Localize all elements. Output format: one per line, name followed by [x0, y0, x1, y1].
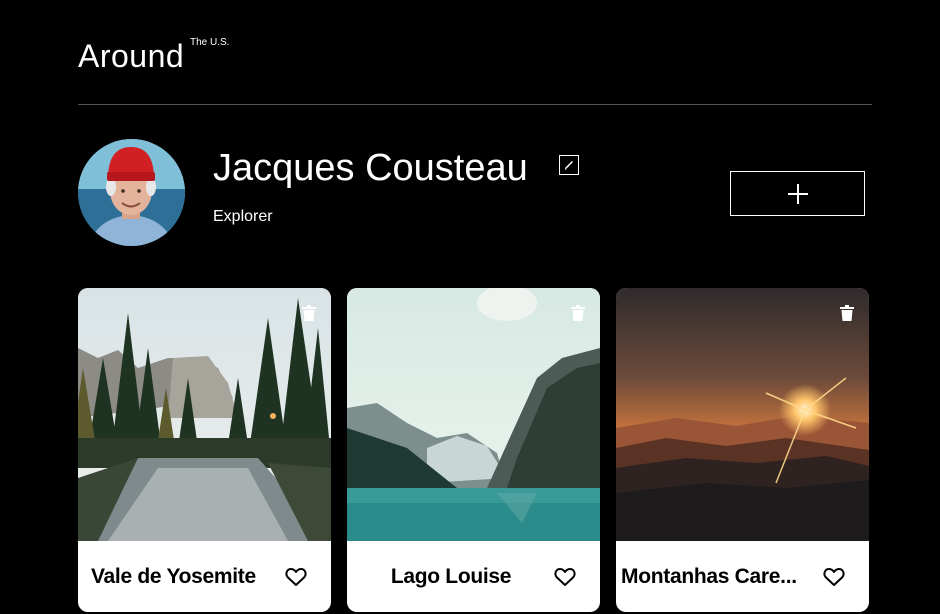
card: Lago Louise [347, 288, 600, 612]
card-image[interactable] [616, 288, 869, 541]
heart-icon[interactable] [823, 567, 845, 587]
card: Vale de Yosemite [78, 288, 331, 612]
profile-name: Jacques Cousteau [213, 147, 528, 189]
header-divider [78, 104, 872, 105]
heart-icon[interactable] [554, 567, 576, 587]
card-title: Lago Louise [390, 565, 512, 588]
header: Around The U.S. [78, 36, 229, 76]
card: Montanhas Care... [616, 288, 869, 612]
card-footer: Lago Louise [347, 541, 600, 612]
add-card-button[interactable] [730, 171, 865, 216]
card-title: Montanhas Care... [621, 565, 797, 588]
pencil-icon [564, 160, 574, 170]
trash-icon[interactable] [838, 304, 856, 322]
edit-profile-button[interactable] [559, 155, 579, 175]
trash-icon[interactable] [569, 304, 587, 322]
plus-icon [787, 183, 808, 204]
avatar[interactable] [78, 139, 185, 246]
card-image[interactable] [78, 288, 331, 541]
logo-superscript: The U.S. [190, 37, 230, 48]
avatar-image [78, 139, 185, 246]
logo: Around [78, 38, 185, 74]
card-title: Vale de Yosemite [91, 565, 256, 588]
card-footer: Montanhas Care... [616, 541, 869, 612]
trash-icon[interactable] [300, 304, 318, 322]
profile-about: Explorer [213, 208, 273, 225]
card-image[interactable] [347, 288, 600, 541]
card-footer: Vale de Yosemite [78, 541, 331, 612]
heart-icon[interactable] [285, 567, 307, 587]
